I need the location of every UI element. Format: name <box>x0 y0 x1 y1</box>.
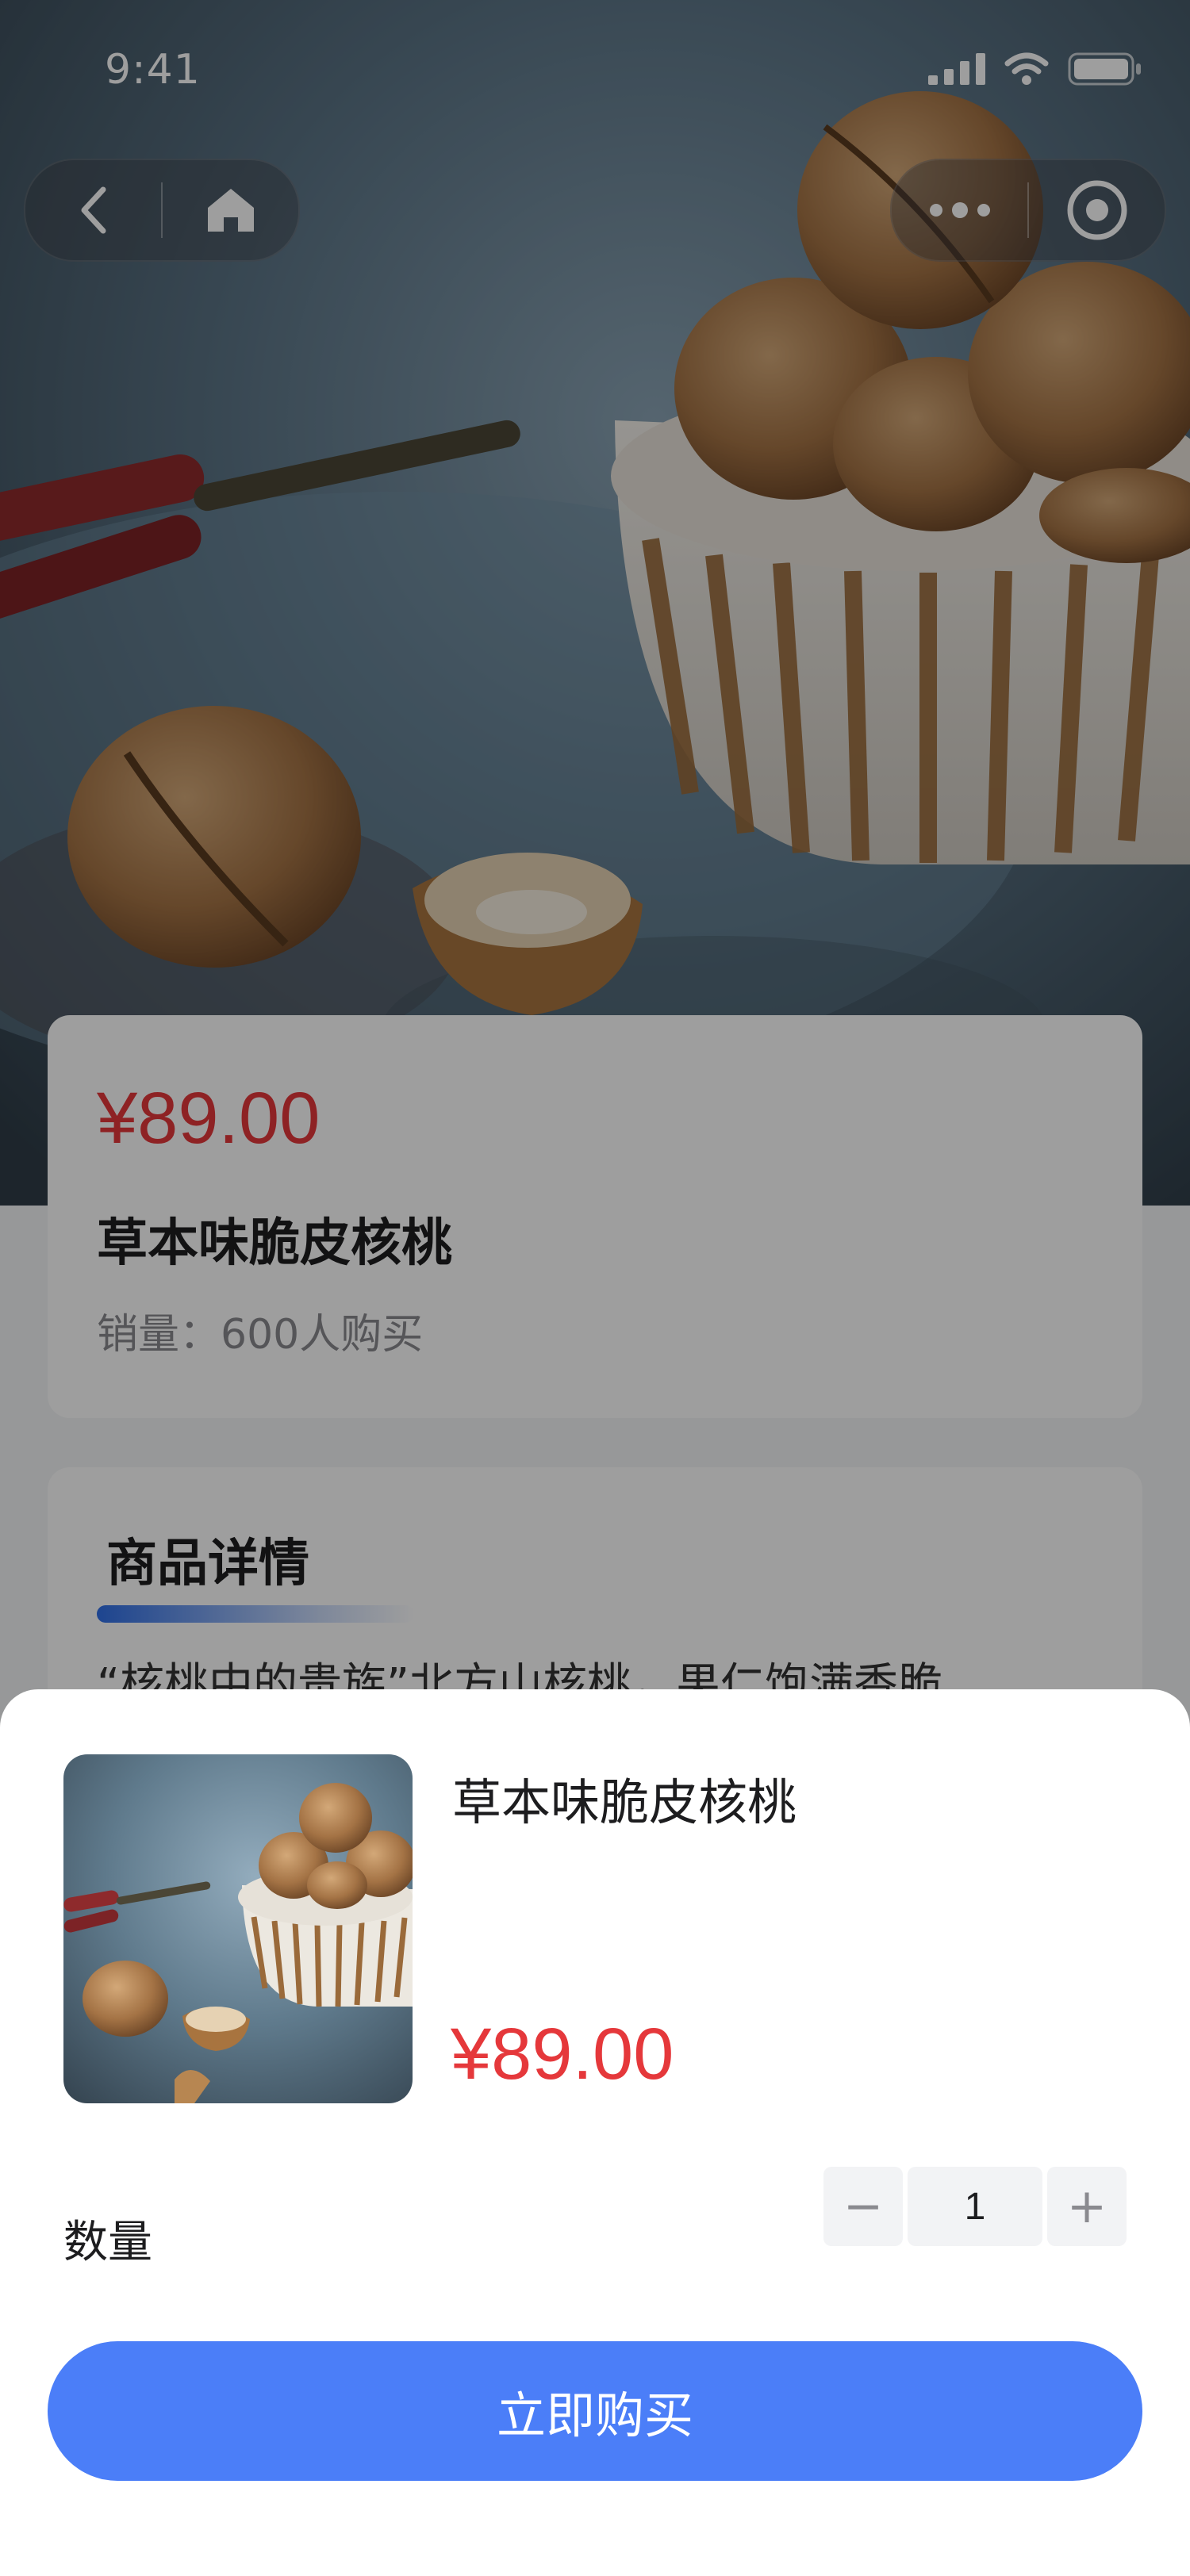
sheet-product-name: 草本味脆皮核桃 <box>452 1773 797 1831</box>
sheet-product-thumbnail <box>63 1754 413 2103</box>
sheet-product-price: ¥89.00 <box>451 2014 674 2095</box>
purchase-sheet: 草本味脆皮核桃 ¥89.00 数量 − 1 + 立即购买 <box>0 1689 1190 2576</box>
decrement-button[interactable]: − <box>823 2167 903 2246</box>
buy-now-button[interactable]: 立即购买 <box>48 2341 1142 2481</box>
increment-button[interactable]: + <box>1047 2167 1127 2246</box>
quantity-stepper: − 1 + <box>823 2167 1127 2246</box>
quantity-label: 数量 <box>63 2217 152 2268</box>
quantity-value[interactable]: 1 <box>908 2167 1042 2246</box>
